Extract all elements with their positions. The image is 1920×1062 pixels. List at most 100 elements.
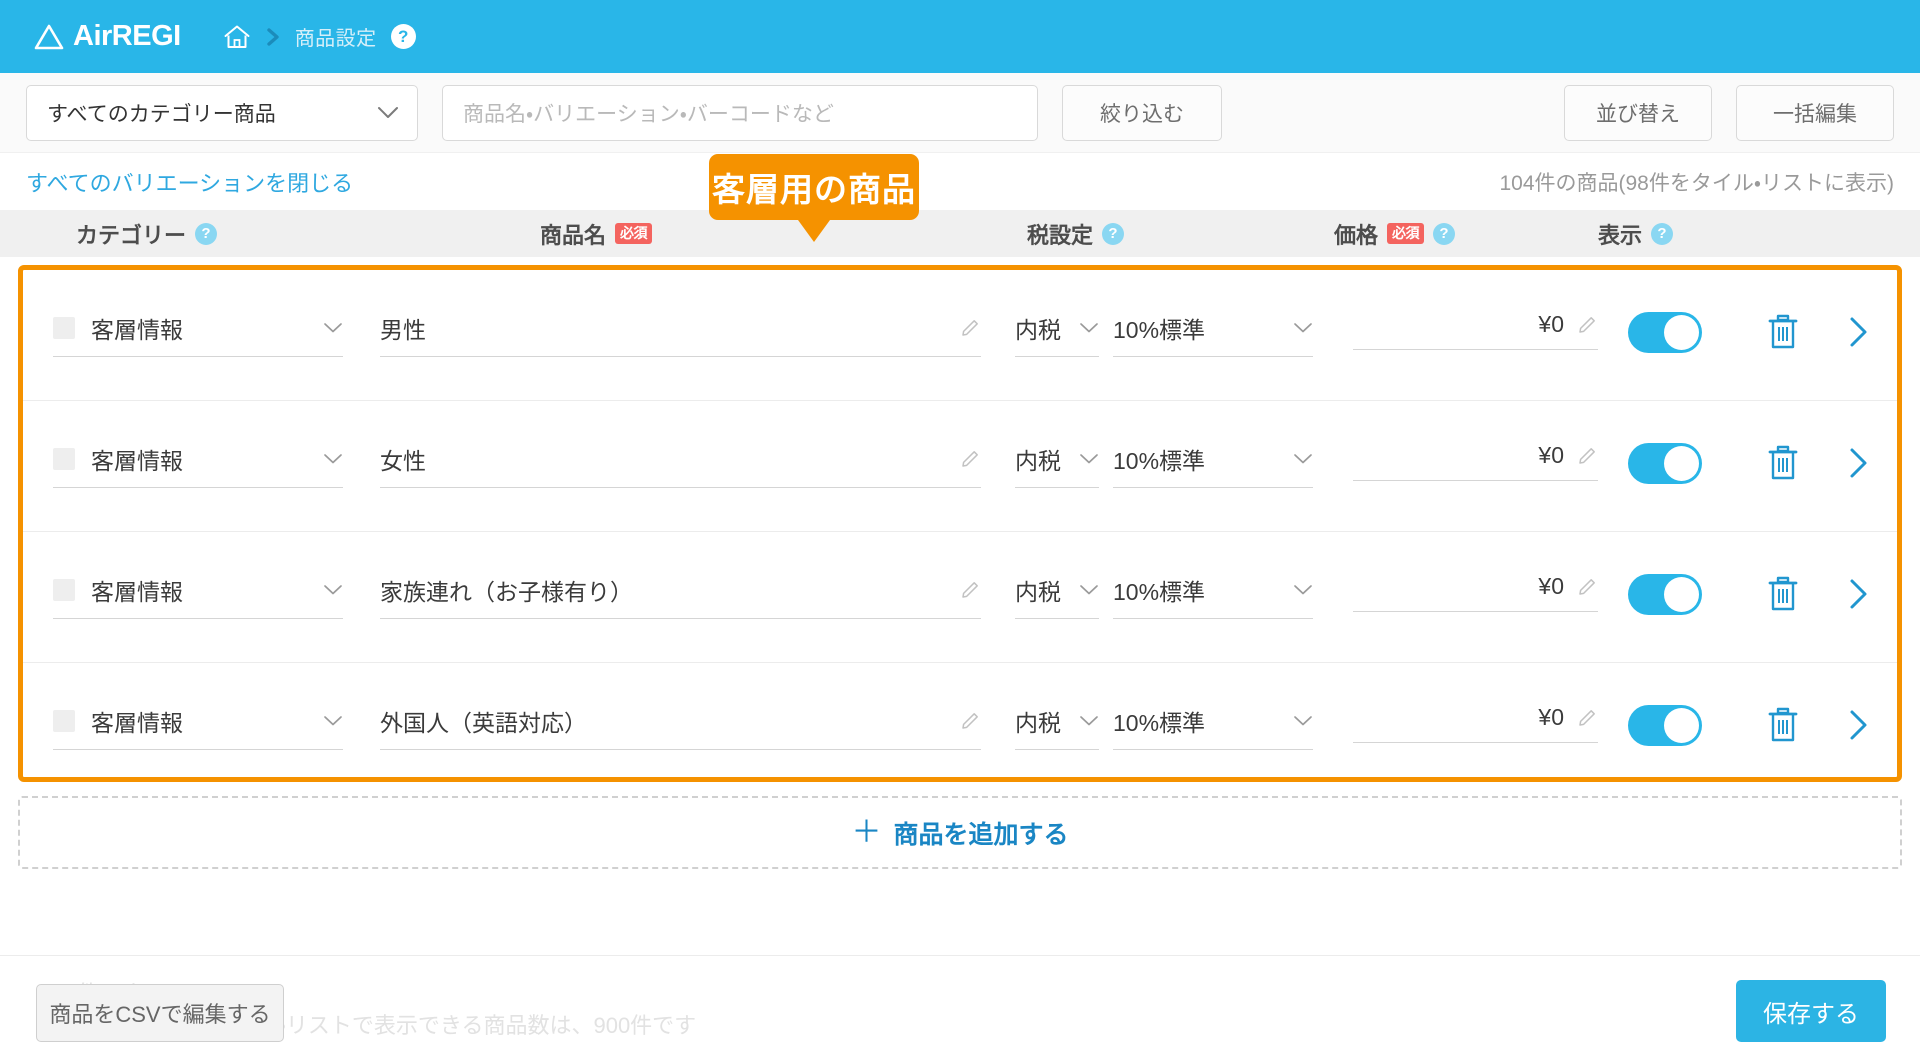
row-delete-button[interactable]: [1765, 574, 1801, 614]
row-tax-type-value: 内税: [1015, 579, 1061, 605]
pencil-icon[interactable]: [1576, 314, 1598, 336]
row-detail-chevron[interactable]: [1843, 445, 1873, 481]
table-row[interactable]: 客層情報 外国人（英語対応） 内税 10%標準 ¥0: [23, 663, 1897, 777]
row-tax-rate-value: 10%標準: [1113, 317, 1206, 343]
column-header-product-name-label: 商品名: [540, 222, 607, 248]
row-checkbox[interactable]: [53, 317, 75, 339]
row-name-input[interactable]: 女性: [380, 442, 981, 488]
column-header-visibility: 表示 ?: [1598, 210, 1674, 257]
row-tax-rate-select[interactable]: 10%標準: [1113, 442, 1313, 488]
row-category-select[interactable]: 客層情報: [53, 311, 343, 357]
chevron-down-icon: [1079, 322, 1099, 334]
pencil-icon[interactable]: [959, 579, 981, 601]
required-badge: 必須: [1387, 223, 1425, 244]
close-all-variations-link[interactable]: すべてのバリエーションを閉じる: [26, 166, 353, 198]
row-category-select[interactable]: 客層情報: [53, 704, 343, 750]
row-price-input[interactable]: ¥0: [1353, 573, 1598, 612]
table-row[interactable]: 客層情報 男性 内税 10%標準 ¥0: [23, 270, 1897, 401]
table-row[interactable]: 客層情報 女性 内税 10%標準 ¥0: [23, 401, 1897, 532]
row-tax-type-select[interactable]: 内税: [1015, 704, 1099, 750]
row-name-value: 外国人（英語対応）: [380, 710, 587, 736]
row-tax-rate-value: 10%標準: [1113, 710, 1206, 736]
row-detail-chevron[interactable]: [1843, 707, 1873, 743]
chevron-down-icon: [1079, 715, 1099, 727]
pencil-icon[interactable]: [959, 317, 981, 339]
chevron-down-icon: [323, 584, 343, 596]
row-category-value: 客層情報: [91, 448, 183, 474]
required-badge: 必須: [615, 223, 653, 244]
category-filter-select[interactable]: すべてのカテゴリー商品: [26, 84, 418, 141]
row-name-input[interactable]: 外国人（英語対応）: [380, 704, 981, 750]
help-icon[interactable]: ?: [195, 222, 218, 245]
column-header-tax: 税設定 ?: [1027, 210, 1125, 257]
row-tax-type-select[interactable]: 内税: [1015, 573, 1099, 619]
help-icon[interactable]: ?: [1651, 222, 1674, 245]
row-price-input[interactable]: ¥0: [1353, 704, 1598, 743]
chevron-down-icon: [1293, 584, 1313, 596]
row-visibility-toggle[interactable]: [1628, 443, 1702, 484]
variations-subbar: すべてのバリエーションを閉じる 104件の商品(98件をタイル・リストに表示): [0, 153, 1920, 210]
chevron-right-icon: [265, 27, 281, 47]
help-icon[interactable]: ?: [1102, 222, 1125, 245]
row-delete-button[interactable]: [1765, 312, 1801, 352]
pencil-icon[interactable]: [1576, 576, 1598, 598]
pencil-icon[interactable]: [959, 448, 981, 470]
filter-button[interactable]: 絞り込む: [1062, 84, 1222, 141]
row-checkbox[interactable]: [53, 448, 75, 470]
home-icon[interactable]: [223, 24, 251, 50]
edit-csv-button[interactable]: 商品をCSVで編集する: [36, 984, 284, 1042]
callout-text: 客層用の商品: [712, 171, 916, 208]
bulk-edit-button[interactable]: 一括編集: [1736, 84, 1894, 141]
row-checkbox[interactable]: [53, 710, 75, 732]
filter-toolbar: すべてのカテゴリー商品 商品名・バリエーション・バーコードなど 絞り込む 並び替…: [0, 73, 1920, 153]
breadcrumb-current[interactable]: 商品設定: [295, 22, 377, 51]
row-name-input[interactable]: 男性: [380, 311, 981, 357]
row-category-value: 客層情報: [91, 317, 183, 343]
row-price-input[interactable]: ¥0: [1353, 442, 1598, 481]
row-name-input[interactable]: 家族連れ（お子様有り）: [380, 573, 981, 619]
help-icon[interactable]: ?: [390, 24, 416, 49]
help-icon[interactable]: ?: [1433, 222, 1456, 245]
pencil-icon[interactable]: [1576, 445, 1598, 467]
row-category-select[interactable]: 客層情報: [53, 573, 343, 619]
pencil-icon[interactable]: [1576, 707, 1598, 729]
row-detail-chevron[interactable]: [1843, 314, 1873, 350]
row-tax-rate-select[interactable]: 10%標準: [1113, 704, 1313, 750]
row-tax-type-select[interactable]: 内税: [1015, 442, 1099, 488]
add-product-label: 商品を追加する: [893, 820, 1069, 849]
pencil-icon[interactable]: [959, 710, 981, 732]
row-delete-button[interactable]: [1765, 705, 1801, 745]
search-placeholder: 商品名・バリエーション・バーコードなど: [463, 102, 834, 126]
row-visibility-toggle[interactable]: [1628, 705, 1702, 746]
add-product-button[interactable]: ＋ 商品を追加する: [18, 796, 1902, 869]
row-visibility-toggle[interactable]: [1628, 312, 1702, 353]
toggle-knob: [1664, 315, 1699, 350]
toggle-knob: [1664, 577, 1699, 612]
row-tax-type-select[interactable]: 内税: [1015, 311, 1099, 357]
save-button[interactable]: 保存する: [1736, 980, 1886, 1042]
row-visibility-toggle[interactable]: [1628, 574, 1702, 615]
callout-bubble: 客層用の商品: [709, 154, 919, 242]
chevron-down-icon: [1293, 715, 1313, 727]
brand-name: AirREGI: [73, 20, 181, 52]
sort-button[interactable]: 並び替え: [1564, 84, 1712, 141]
column-header-visibility-label: 表示: [1598, 222, 1643, 248]
row-category-value: 客層情報: [91, 710, 183, 736]
row-tax-rate-select[interactable]: 10%標準: [1113, 311, 1313, 357]
category-filter-value: すべてのカテゴリー商品: [47, 102, 276, 126]
column-header-product-name: 商品名 必須: [540, 210, 653, 257]
app-header: AirREGI 商品設定 ?: [0, 0, 1920, 73]
row-name-value: 家族連れ（お子様有り）: [380, 579, 633, 605]
table-row[interactable]: 客層情報 家族連れ（お子様有り） 内税 10%標準 ¥0: [23, 532, 1897, 663]
row-tax-type-value: 内税: [1015, 710, 1061, 736]
callout-tail-icon: [798, 220, 830, 242]
row-checkbox[interactable]: [53, 579, 75, 601]
search-input[interactable]: 商品名・バリエーション・バーコードなど: [442, 84, 1038, 141]
row-category-select[interactable]: 客層情報: [53, 442, 343, 488]
row-tax-rate-select[interactable]: 10%標準: [1113, 573, 1313, 619]
row-delete-button[interactable]: [1765, 443, 1801, 483]
page-footer: 000件です ※注文入力画面のタイル・リストで表示できる商品数は、900件です: [0, 955, 1920, 1062]
row-price-input[interactable]: ¥0: [1353, 311, 1598, 350]
toggle-knob: [1664, 708, 1699, 743]
row-detail-chevron[interactable]: [1843, 576, 1873, 612]
